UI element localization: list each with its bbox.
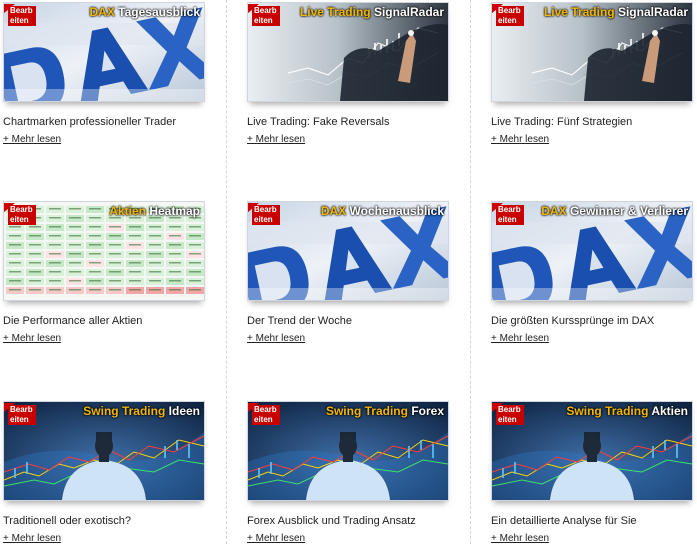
thumbnail-title: Live Trading SignalRadar xyxy=(544,5,688,19)
thumbnail-title: DAX Gewinner & Verlierer xyxy=(541,204,688,218)
thumbnail-title: Aktien Heatmap xyxy=(109,204,200,218)
thumbnail-title-main: Aktien xyxy=(651,404,688,418)
article-caption: Chartmarken professioneller Trader xyxy=(3,116,177,128)
article-card: DAX Tagesausblick Bearb eiten Chartmarken … xyxy=(3,2,205,147)
article-thumbnail[interactable]: DAX Tagesausblick Bearb eiten xyxy=(3,2,205,102)
article-caption: Live Trading: Fünf Strategien xyxy=(491,116,633,128)
read-more-link[interactable]: + Mehr lesen xyxy=(247,134,305,145)
edit-ribbon[interactable]: Bearb eiten xyxy=(248,203,285,225)
column-divider xyxy=(226,0,227,544)
read-more-link[interactable]: + Mehr lesen xyxy=(491,333,549,344)
edit-ribbon[interactable]: Bearb eiten xyxy=(492,203,529,225)
article-caption: Traditionell oder exotisch? xyxy=(3,515,131,527)
article-card: Live Trading SignalRadar Bearb eiten Live … xyxy=(491,2,693,147)
article-caption: Die größten Kurssprünge im DAX xyxy=(491,315,655,327)
article-grid: DAX Tagesausblick Bearb eiten Chartmarken … xyxy=(0,0,697,544)
thumbnail-title-main: Heatmap xyxy=(149,204,200,218)
thumbnail-title-accent: Swing Trading xyxy=(566,404,649,418)
edit-ribbon[interactable]: Bearb eiten xyxy=(248,4,285,26)
article-thumbnail[interactable]: Swing Trading Aktien Bearb eiten xyxy=(491,401,693,501)
thumbnail-title-accent: Swing Trading xyxy=(83,404,166,418)
edit-ribbon-label: Bearb eiten xyxy=(496,405,524,425)
read-more-link[interactable]: + Mehr lesen xyxy=(247,333,305,344)
edit-ribbon-label: Bearb eiten xyxy=(8,405,36,425)
thumbnail-title-main: SignalRadar xyxy=(617,5,688,19)
article-thumbnail[interactable]: Aktien Heatmap Bearb eiten xyxy=(3,201,205,301)
article-thumbnail[interactable]: Live Trading SignalRadar Bearb eiten xyxy=(247,2,449,102)
article-caption: Der Trend der Woche xyxy=(247,315,352,327)
article-card: Aktien Heatmap Bearb eiten Die Performance… xyxy=(3,201,205,346)
article-card: Swing Trading Forex Bearb eiten Forex Ausb… xyxy=(247,401,449,546)
thumbnail-title-accent: Swing Trading xyxy=(325,404,408,418)
thumbnail-title: Swing Trading Ideen xyxy=(83,404,200,418)
thumbnail-title: Swing Trading Aktien xyxy=(566,404,688,418)
thumbnail-title-main: SignalRadar xyxy=(373,5,444,19)
thumbnail-title-main: Ideen xyxy=(168,404,200,418)
thumbnail-title-main: Wochenausblick xyxy=(349,204,444,218)
edit-ribbon[interactable]: Bearb eiten xyxy=(492,4,529,26)
thumbnail-title-main: Tagesausblick xyxy=(118,5,200,19)
article-thumbnail[interactable]: DAX Wochenausblick Bearb eiten xyxy=(247,201,449,301)
article-caption: Forex Ausblick und Trading Ansatz xyxy=(247,515,416,527)
article-card: DAX Wochenausblick Bearb eiten Der Trend d… xyxy=(247,201,449,346)
edit-ribbon-label: Bearb eiten xyxy=(252,6,280,26)
article-caption: Ein detaillierte Analyse für Sie xyxy=(491,515,637,527)
thumbnail-title: DAX Wochenausblick xyxy=(321,204,444,218)
article-card: Swing Trading Ideen Bearb eiten Traditione… xyxy=(3,401,205,546)
article-thumbnail[interactable]: Swing Trading Forex Bearb eiten xyxy=(247,401,449,501)
edit-ribbon-label: Bearb eiten xyxy=(252,405,280,425)
thumbnail-title: DAX Tagesausblick xyxy=(89,5,200,19)
article-card: Swing Trading Aktien Bearb eiten Ein detai… xyxy=(491,401,693,546)
edit-ribbon[interactable]: Bearb eiten xyxy=(492,403,529,425)
article-thumbnail[interactable]: DAX Gewinner & Verlierer Bearb eiten xyxy=(491,201,693,301)
edit-ribbon-label: Bearb eiten xyxy=(496,205,524,225)
thumbnail-title-accent: DAX xyxy=(89,5,115,19)
edit-ribbon[interactable]: Bearb eiten xyxy=(4,403,41,425)
column-divider xyxy=(470,0,471,544)
article-card: Live Trading SignalRadar Bearb eiten Live … xyxy=(247,2,449,147)
article-caption: Die Performance aller Aktien xyxy=(3,315,143,327)
edit-ribbon[interactable]: Bearb eiten xyxy=(4,203,41,225)
edit-ribbon[interactable]: Bearb eiten xyxy=(248,403,285,425)
thumbnail-title-accent: DAX xyxy=(320,204,347,218)
thumbnail-title: Swing Trading Forex xyxy=(326,404,444,418)
read-more-link[interactable]: + Mehr lesen xyxy=(491,533,549,544)
article-card: DAX Gewinner & Verlierer Bearb eiten Die g… xyxy=(491,201,693,346)
read-more-link[interactable]: + Mehr lesen xyxy=(3,134,61,145)
read-more-link[interactable]: + Mehr lesen xyxy=(247,533,305,544)
article-caption: Live Trading: Fake Reversals xyxy=(247,116,390,128)
edit-ribbon[interactable]: Bearb eiten xyxy=(4,4,41,26)
edit-ribbon-label: Bearb eiten xyxy=(252,205,280,225)
thumbnail-title-main: Gewinner & Verlierer xyxy=(569,204,688,218)
thumbnail-title-accent: Aktien xyxy=(109,204,146,218)
read-more-link[interactable]: + Mehr lesen xyxy=(3,533,61,544)
read-more-link[interactable]: + Mehr lesen xyxy=(491,134,549,145)
thumbnail-title-accent: Live Trading xyxy=(299,5,371,19)
edit-ribbon-label: Bearb eiten xyxy=(8,6,36,26)
edit-ribbon-label: Bearb eiten xyxy=(496,6,524,26)
read-more-link[interactable]: + Mehr lesen xyxy=(3,333,61,344)
thumbnail-title: Live Trading SignalRadar xyxy=(300,5,444,19)
thumbnail-title-main: Forex xyxy=(411,404,444,418)
thumbnail-title-accent: Live Trading xyxy=(543,5,615,19)
edit-ribbon-label: Bearb eiten xyxy=(8,205,36,225)
article-thumbnail[interactable]: Live Trading SignalRadar Bearb eiten xyxy=(491,2,693,102)
article-thumbnail[interactable]: Swing Trading Ideen Bearb eiten xyxy=(3,401,205,501)
thumbnail-title-accent: DAX xyxy=(541,204,567,218)
